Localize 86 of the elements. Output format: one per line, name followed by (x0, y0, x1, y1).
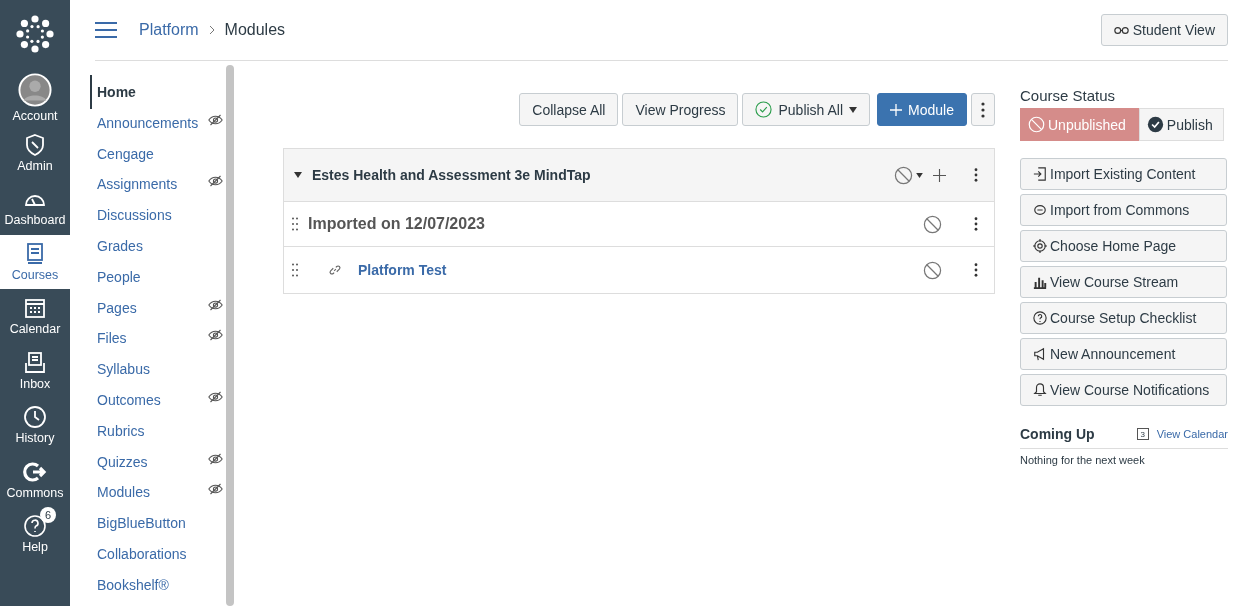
course-nav-link[interactable]: Rubrics (90, 416, 145, 443)
course-nav-link[interactable]: Bookshelf® (90, 570, 169, 597)
global-nav-item[interactable]: Account (0, 71, 70, 126)
empty-message: Nothing for the next week (1020, 454, 1146, 466)
course-nav-link[interactable]: Announcements (90, 108, 199, 135)
megaphone-icon (1033, 347, 1047, 361)
question-icon (23, 514, 47, 539)
global-nav-item[interactable]: Commons (0, 452, 70, 507)
coming-up-heading: Coming Up (1020, 426, 1095, 442)
publish-status-icon[interactable] (894, 165, 923, 185)
commons-icon (1033, 203, 1047, 217)
course-nav-link[interactable]: People (90, 262, 141, 289)
more-options-icon[interactable] (974, 217, 978, 231)
unpublished-icon (1028, 116, 1045, 133)
menu-icon[interactable] (95, 22, 117, 38)
course-status-heading: Course Status (1020, 87, 1117, 104)
clock-icon (23, 405, 47, 430)
breadcrumb-link[interactable]: Platform (139, 21, 199, 39)
course-nav-link[interactable]: Grades (90, 232, 143, 258)
drag-handle-icon[interactable] (292, 263, 298, 277)
global-nav-item[interactable]: History (0, 398, 70, 453)
notification-badge: 6 (40, 507, 56, 524)
plus-icon (890, 103, 903, 116)
global-nav-item[interactable]: Calendar (0, 289, 70, 344)
item-title-link[interactable]: Platform Test (358, 262, 447, 278)
glasses-icon (1113, 25, 1129, 35)
global-nav-item[interactable]: Inbox (0, 343, 70, 398)
drag-handle-icon[interactable] (292, 217, 298, 231)
global-nav-item[interactable]: Courses (0, 234, 70, 289)
inbox-icon (23, 350, 47, 375)
course-nav-link[interactable]: Pages (90, 293, 137, 320)
sidebar-button[interactable]: Course Setup Checklist (1020, 302, 1227, 334)
module-title: Estes Health and Assessment 3e MindTap (312, 167, 591, 183)
sidebar-button[interactable]: New Announcement (1020, 338, 1227, 370)
sidebar-button[interactable]: View Course Notifications (1020, 374, 1227, 406)
bell-icon (1033, 383, 1047, 397)
course-nav-link[interactable]: Files (90, 324, 127, 351)
logo-icon (15, 14, 55, 54)
more-options-icon[interactable] (974, 168, 978, 182)
publish-button[interactable]: Publish (1138, 108, 1224, 141)
shield-icon (23, 132, 47, 157)
target-icon (1033, 239, 1047, 253)
kebab-icon (981, 101, 985, 118)
view-calendar-link[interactable]: View Calendar (1156, 428, 1228, 440)
arrow-out-icon (23, 459, 47, 484)
course-nav-link[interactable]: Home (90, 75, 136, 109)
student-view-button[interactable]: Student View (1100, 14, 1228, 46)
sidebar-button[interactable]: Import Existing Content (1020, 158, 1227, 190)
course-nav-link[interactable]: Discussions (90, 201, 172, 228)
course-nav-link[interactable]: Cengage (90, 139, 154, 166)
course-nav-link[interactable]: Assignments (90, 170, 178, 197)
global-nav-item[interactable]: Dashboard (0, 180, 70, 235)
caret-icon (849, 106, 858, 113)
calendar-icon (23, 296, 47, 321)
sidebar-button[interactable]: Choose Home Page (1020, 230, 1227, 262)
course-nav-link[interactable]: Collaborations (90, 539, 187, 566)
global-nav-item[interactable]: Admin (0, 125, 70, 180)
course-nav-link[interactable]: Syllabus (90, 355, 150, 382)
more-options-icon[interactable] (974, 263, 978, 277)
scrollbar[interactable] (226, 65, 234, 606)
course-nav-link[interactable]: Modules (90, 478, 150, 505)
chevron-icon (208, 25, 215, 35)
add-item-icon[interactable] (933, 168, 946, 182)
publish-status-icon[interactable] (923, 214, 942, 234)
subheader-title: Imported on 12/07/2023 (308, 215, 485, 233)
course-nav-link[interactable]: Quizzes (90, 447, 148, 474)
sidebar-button[interactable]: View Course Stream (1020, 266, 1227, 298)
course-nav-link[interactable]: BigBlueButton (90, 509, 186, 536)
caret-icon[interactable] (294, 171, 302, 179)
bar-chart-icon (1033, 275, 1047, 289)
check-circle-icon (755, 101, 773, 118)
add-module-button[interactable]: Module (877, 93, 967, 126)
view-progress-button[interactable]: View Progress (622, 93, 739, 126)
avatar-icon (18, 73, 52, 108)
check-circle-icon (1146, 116, 1164, 133)
publish-status-icon[interactable] (923, 260, 942, 280)
sidebar-button[interactable]: Import from Commons (1020, 194, 1227, 226)
calendar-icon: 3 (1136, 428, 1149, 440)
breadcrumb-current: Modules (224, 21, 286, 39)
publish-all-button[interactable]: Publish All (742, 93, 871, 126)
question-icon (1033, 311, 1047, 325)
collapse-all-button[interactable]: Collapse All (519, 93, 619, 126)
global-nav-item[interactable]: 6 Help (0, 507, 70, 562)
import-icon (1033, 167, 1047, 181)
link-icon (328, 263, 342, 277)
course-nav-link[interactable]: Outcomes (90, 385, 161, 412)
